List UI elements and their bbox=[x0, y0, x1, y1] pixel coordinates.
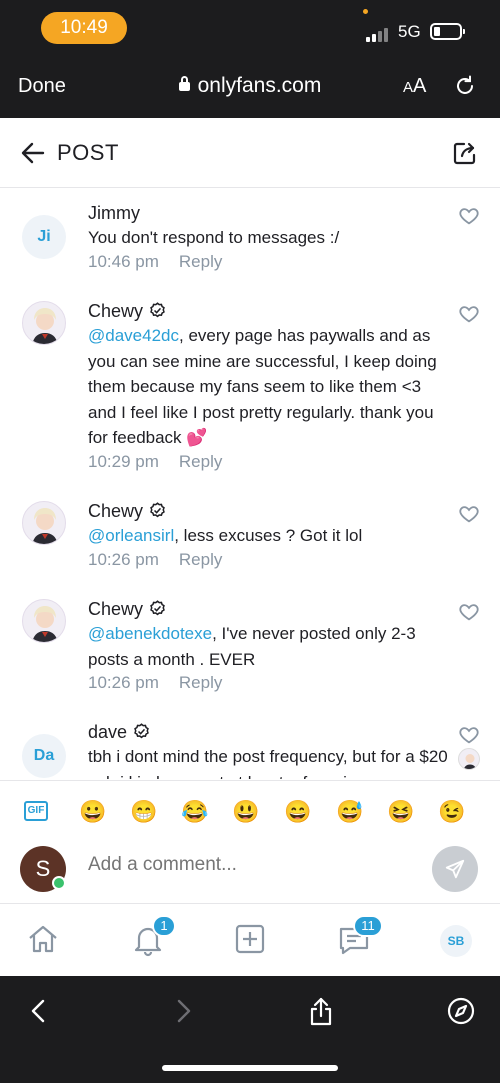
send-button[interactable] bbox=[432, 846, 478, 892]
comment-author[interactable]: Chewy bbox=[88, 599, 143, 619]
avatar[interactable] bbox=[22, 301, 66, 345]
send-icon bbox=[445, 859, 465, 879]
home-icon[interactable] bbox=[25, 921, 61, 957]
heart-icon[interactable] bbox=[458, 724, 480, 746]
emoji-button[interactable]: 😉 bbox=[438, 799, 465, 825]
reply-button[interactable]: Reply bbox=[179, 673, 222, 692]
heart-icon[interactable] bbox=[458, 503, 480, 525]
post-header: POST bbox=[0, 118, 500, 188]
reply-button[interactable]: Reply bbox=[179, 550, 222, 569]
comment-time: 10:46 pm bbox=[88, 251, 159, 271]
emoji-bar: GIF 😀 😁 😂 😃 😄 😅 😆 😉 bbox=[0, 780, 500, 838]
heart-icon[interactable] bbox=[458, 205, 480, 227]
battery-icon bbox=[430, 23, 465, 40]
browser-back-icon[interactable] bbox=[24, 996, 54, 1026]
emoji-button[interactable]: 😂 bbox=[181, 799, 208, 825]
back-arrow-icon[interactable] bbox=[20, 140, 46, 166]
messages-badge: 11 bbox=[353, 915, 383, 937]
page-title: POST bbox=[57, 140, 119, 165]
recording-indicator bbox=[363, 9, 368, 14]
mention-link[interactable]: @abenekdotexe bbox=[88, 624, 212, 643]
reply-button[interactable]: Reply bbox=[179, 452, 222, 471]
home-indicator[interactable] bbox=[162, 1065, 338, 1071]
network-type: 5G bbox=[398, 22, 421, 41]
browser-forward-icon[interactable] bbox=[168, 996, 198, 1026]
comment-composer: S bbox=[0, 838, 500, 904]
signal-icon bbox=[366, 26, 392, 42]
comment-time: 10:29 pm bbox=[88, 451, 159, 471]
comment-text: You don't respond to messages :/ bbox=[88, 228, 340, 247]
emoji-button[interactable]: 😆 bbox=[387, 799, 414, 825]
comment-author[interactable]: Chewy bbox=[88, 501, 143, 521]
status-time[interactable]: 10:49 bbox=[41, 12, 127, 44]
profile-avatar[interactable]: SB bbox=[440, 925, 472, 957]
emoji-button[interactable]: 😁 bbox=[130, 799, 157, 825]
comment-author[interactable]: dave bbox=[88, 722, 127, 742]
url-text: onlyfans.com bbox=[197, 74, 322, 97]
emoji-button[interactable]: 😅 bbox=[336, 799, 363, 825]
avatar[interactable]: Da bbox=[22, 734, 66, 778]
status-bar: 10:49 5G bbox=[0, 0, 500, 60]
liker-avatar[interactable] bbox=[458, 748, 480, 770]
comment-text: tbh i dont mind the post frequency, but … bbox=[88, 747, 448, 779]
online-indicator bbox=[52, 876, 66, 890]
comment-author[interactable]: Chewy bbox=[88, 301, 143, 321]
comment-author[interactable]: Jimmy bbox=[88, 201, 448, 225]
comment-time: 10:26 pm bbox=[88, 673, 159, 692]
browser-bottom-bar bbox=[0, 976, 500, 1083]
lock-icon bbox=[178, 76, 190, 91]
mention-link[interactable]: @dave42dc bbox=[88, 326, 179, 345]
avatar[interactable]: Ji bbox=[22, 215, 66, 259]
mention-link[interactable]: @orleansirl bbox=[88, 526, 174, 545]
comment-input[interactable] bbox=[88, 854, 408, 876]
emoji-button[interactable]: 😃 bbox=[232, 799, 259, 825]
compass-icon[interactable] bbox=[446, 996, 476, 1026]
share-icon[interactable] bbox=[452, 140, 478, 166]
browser-top-bar: Done onlyfans.com AA bbox=[0, 60, 500, 118]
add-post-icon[interactable] bbox=[232, 921, 268, 957]
comment-text: , less excuses ? Got it lol bbox=[174, 526, 363, 545]
text-size-button[interactable]: AA bbox=[403, 75, 426, 98]
share-sheet-icon[interactable] bbox=[306, 996, 336, 1026]
avatar-image bbox=[32, 308, 58, 344]
emoji-button[interactable]: 😄 bbox=[284, 799, 311, 825]
heart-icon[interactable] bbox=[458, 303, 480, 325]
verified-icon bbox=[134, 723, 149, 739]
comment-time: 10:26 pm bbox=[88, 549, 159, 569]
verified-icon bbox=[150, 302, 165, 318]
notifications-badge: 1 bbox=[152, 915, 176, 937]
comments-list[interactable]: Ji Jimmy You don't respond to messages :… bbox=[0, 189, 500, 779]
avatar-image bbox=[32, 606, 58, 642]
app-tab-bar: 1 11 SB bbox=[0, 905, 500, 975]
reply-button[interactable]: Reply bbox=[179, 252, 222, 271]
avatar[interactable] bbox=[22, 599, 66, 643]
emoji-button[interactable]: 😀 bbox=[79, 799, 106, 825]
verified-icon bbox=[150, 502, 165, 518]
reload-icon[interactable] bbox=[453, 74, 477, 98]
gif-button[interactable]: GIF bbox=[24, 801, 48, 821]
verified-icon bbox=[150, 600, 165, 616]
avatar-image bbox=[32, 508, 58, 544]
avatar[interactable] bbox=[22, 501, 66, 545]
heart-icon[interactable] bbox=[458, 601, 480, 623]
